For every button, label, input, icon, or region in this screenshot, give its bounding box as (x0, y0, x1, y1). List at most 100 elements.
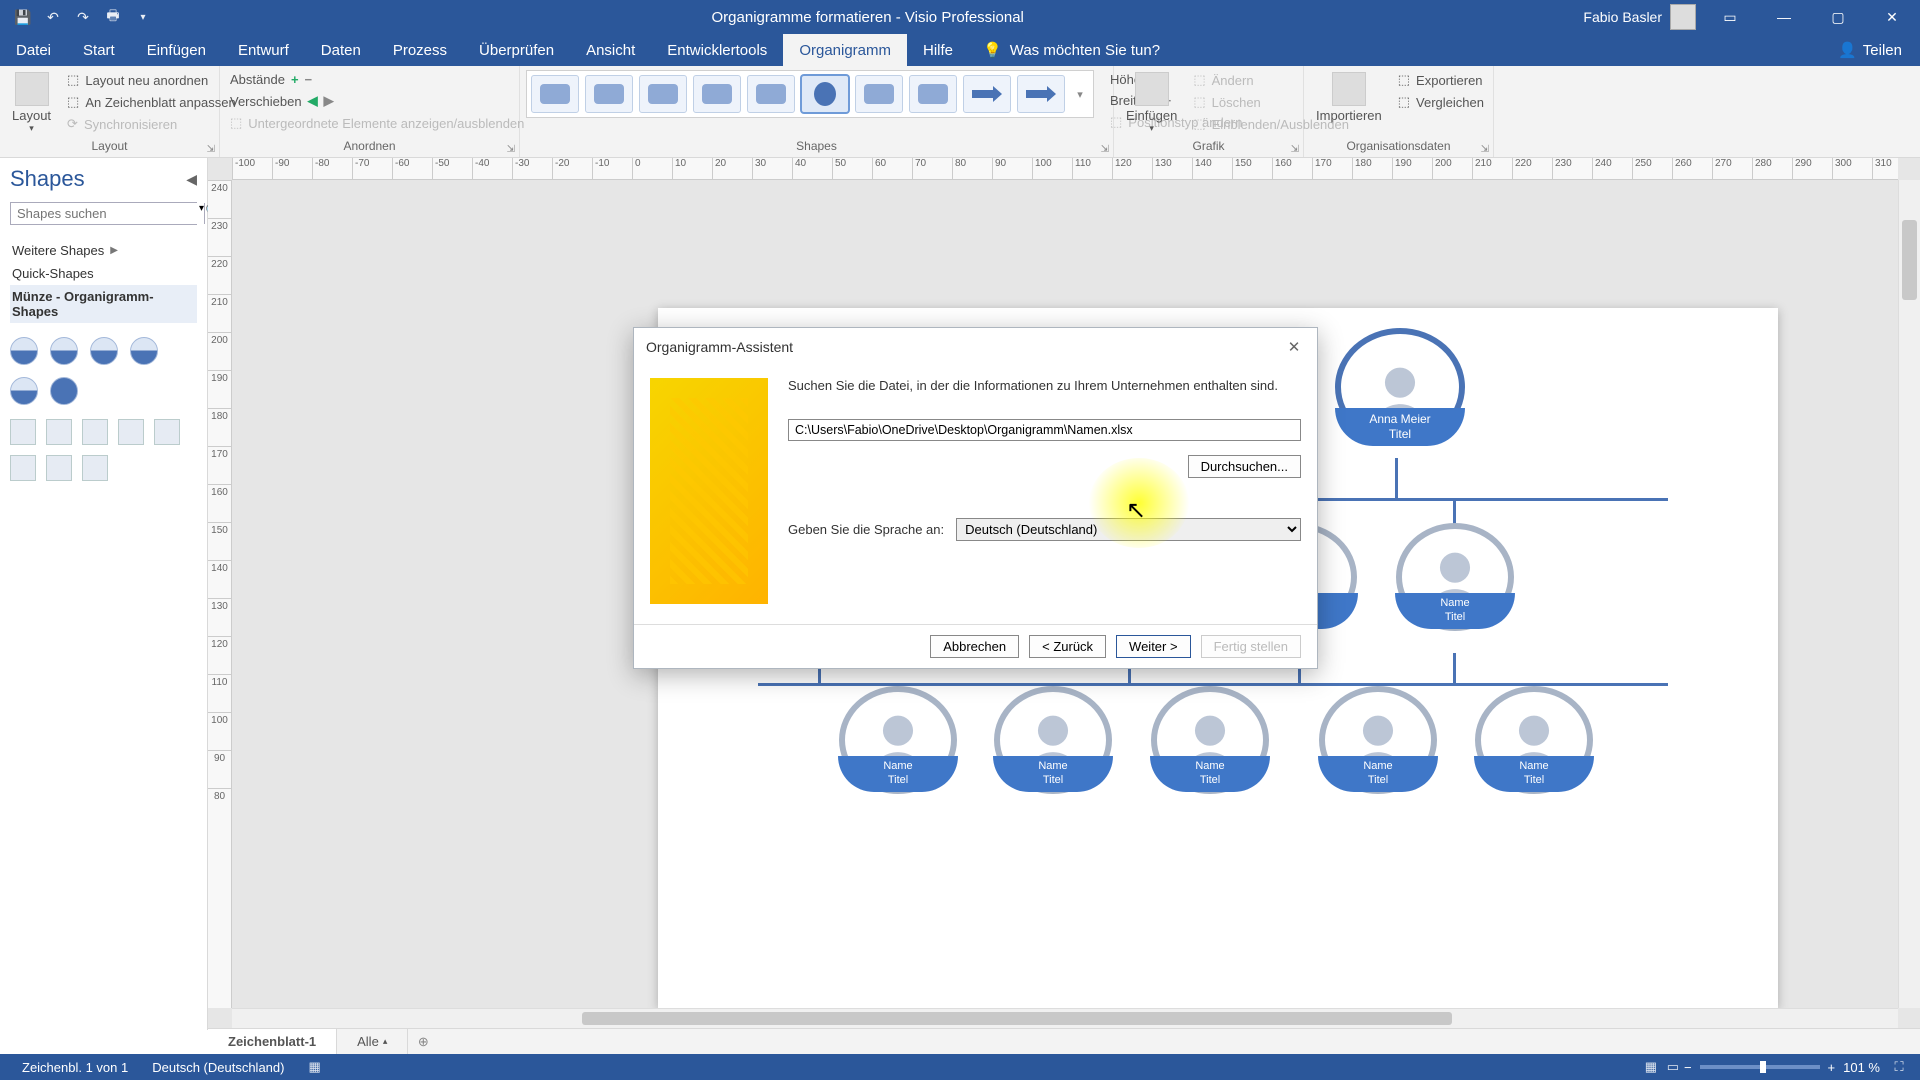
browse-button[interactable]: Durchsuchen... (1188, 455, 1301, 478)
print-icon[interactable]: 🖶 (104, 8, 122, 26)
user-account[interactable]: Fabio Basler (1583, 4, 1696, 30)
minimize-icon[interactable]: — (1764, 0, 1804, 34)
qat-customize-icon[interactable]: ▾ (134, 8, 152, 26)
layout-neu-anordnen[interactable]: ⬚Layout neu anordnen (63, 70, 240, 90)
shape-thumb[interactable] (10, 337, 38, 365)
shape-thumb[interactable] (46, 455, 72, 481)
shape-style-8[interactable] (909, 75, 957, 113)
zoom-control[interactable]: − + 101 % ⛶ (1684, 1059, 1910, 1075)
ribbon-options-icon[interactable]: ▭ (1710, 0, 1750, 34)
share-button[interactable]: 👤 Teilen (1820, 34, 1920, 66)
dialog-close-icon[interactable]: ✕ (1283, 336, 1305, 358)
shape-style-4[interactable] (693, 75, 741, 113)
add-sheet-icon[interactable]: ⊕ (408, 1029, 438, 1054)
tab-entwicklertools[interactable]: Entwicklertools (651, 34, 783, 66)
vergleichen[interactable]: ⬚Vergleichen (1394, 92, 1488, 112)
shape-style-10[interactable] (1017, 75, 1065, 113)
einfugen-button[interactable]: Einfügen ▾ (1120, 70, 1183, 136)
verschieben[interactable]: Verschieben ◀ ▶ (226, 91, 513, 111)
zoom-in-icon[interactable]: + (1828, 1060, 1836, 1075)
org-node[interactable]: NameTitel (1395, 523, 1515, 629)
shape-thumb[interactable] (10, 419, 36, 445)
all-tab[interactable]: Alle ▴ (337, 1029, 408, 1054)
shapes-search-box[interactable]: ▾ 🔍 (10, 202, 197, 225)
undo-icon[interactable]: ↶ (44, 8, 62, 26)
tab-uberprufen[interactable]: Überprüfen (463, 34, 570, 66)
shape-gallery-more-icon[interactable]: ▾ (1071, 75, 1089, 113)
org-node[interactable]: NameTitel (1318, 686, 1438, 792)
horizontal-scrollbar[interactable] (232, 1008, 1898, 1028)
group-layout-label: Layout (0, 137, 219, 155)
shape-thumb[interactable] (82, 455, 108, 481)
munze-shapes-item[interactable]: Münze - Organigramm-Shapes (10, 285, 197, 323)
shape-style-9[interactable] (963, 75, 1011, 113)
org-node-top[interactable]: Anna MeierTitel (1335, 328, 1465, 446)
tab-start[interactable]: Start (67, 34, 131, 66)
shape-style-circle[interactable] (801, 75, 849, 113)
abstande[interactable]: Abstände + − (226, 70, 513, 89)
back-button[interactable]: < Zurück (1029, 635, 1106, 658)
macro-icon[interactable]: ▦ (296, 1059, 320, 1075)
tab-datei[interactable]: Datei (0, 34, 67, 66)
fit-window-icon[interactable]: ⛶ (1888, 1059, 1910, 1075)
weitere-shapes-item[interactable]: Weitere Shapes▶ (10, 239, 197, 262)
shape-gallery[interactable]: ▾ (526, 70, 1094, 118)
importieren-button[interactable]: Importieren (1310, 70, 1388, 125)
cancel-button[interactable]: Abbrechen (930, 635, 1019, 658)
quick-shapes-item[interactable]: Quick-Shapes (10, 262, 197, 285)
tab-ansicht[interactable]: Ansicht (570, 34, 651, 66)
tab-hilfe[interactable]: Hilfe (907, 34, 969, 66)
scroll-thumb[interactable] (582, 1012, 1452, 1025)
zoom-slider[interactable] (1700, 1065, 1820, 1069)
maximize-icon[interactable]: ▢ (1818, 0, 1858, 34)
org-node[interactable]: NameTitel (838, 686, 958, 792)
shape-thumb[interactable] (10, 377, 38, 405)
shape-style-2[interactable] (585, 75, 633, 113)
group-anordnen-label: Anordnen (220, 137, 519, 155)
tab-einfugen[interactable]: Einfügen (131, 34, 222, 66)
scroll-thumb[interactable] (1902, 220, 1917, 300)
shape-thumb[interactable] (50, 377, 78, 405)
finish-button: Fertig stellen (1201, 635, 1301, 658)
an-zeichenblatt[interactable]: ⬚An Zeichenblatt anpassen (63, 92, 240, 112)
layout-button[interactable]: Layout ▾ (6, 70, 57, 136)
shape-thumb[interactable] (118, 419, 144, 445)
title-bar: 💾 ↶ ↷ 🖶 ▾ Organigramme formatieren - Vis… (0, 0, 1920, 34)
close-window-icon[interactable]: ✕ (1872, 0, 1912, 34)
tab-organigramm[interactable]: Organigramm (783, 34, 907, 66)
shape-thumb[interactable] (154, 419, 180, 445)
tell-me-search[interactable]: 💡 Was möchten Sie tun? (969, 34, 1174, 66)
shape-thumb[interactable] (82, 419, 108, 445)
shape-thumb[interactable] (130, 337, 158, 365)
next-button[interactable]: Weiter > (1116, 635, 1191, 658)
shape-thumb[interactable] (46, 419, 72, 445)
redo-icon[interactable]: ↷ (74, 8, 92, 26)
zoom-out-icon[interactable]: − (1684, 1060, 1692, 1075)
vertical-scrollbar[interactable] (1898, 180, 1920, 1008)
file-path-input[interactable] (788, 419, 1301, 441)
save-icon[interactable]: 💾 (14, 8, 32, 26)
tab-daten[interactable]: Daten (305, 34, 377, 66)
shape-style-7[interactable] (855, 75, 903, 113)
tab-prozess[interactable]: Prozess (377, 34, 463, 66)
shape-thumb[interactable] (90, 337, 118, 365)
language-select[interactable]: Deutsch (Deutschland) (956, 518, 1301, 541)
shape-style-3[interactable] (639, 75, 687, 113)
sheet-tab[interactable]: Zeichenblatt-1 (208, 1029, 337, 1054)
view-normal-icon[interactable]: ▭ (1662, 1059, 1684, 1075)
org-node[interactable]: NameTitel (1150, 686, 1270, 792)
org-node[interactable]: NameTitel (993, 686, 1113, 792)
shape-style-5[interactable] (747, 75, 795, 113)
language-status[interactable]: Deutsch (Deutschland) (140, 1060, 296, 1075)
tab-entwurf[interactable]: Entwurf (222, 34, 305, 66)
zoom-percent[interactable]: 101 % (1843, 1060, 1880, 1075)
view-presentation-icon[interactable]: ▦ (1640, 1059, 1662, 1075)
org-node[interactable]: NameTitel (1474, 686, 1594, 792)
shapes-search-input[interactable] (11, 203, 199, 224)
exportieren[interactable]: ⬚Exportieren (1394, 70, 1488, 90)
shape-thumb[interactable] (50, 337, 78, 365)
dialog-illustration (650, 378, 768, 604)
collapse-panel-icon[interactable]: ◀ (186, 171, 197, 188)
shape-thumb[interactable] (10, 455, 36, 481)
shape-style-1[interactable] (531, 75, 579, 113)
